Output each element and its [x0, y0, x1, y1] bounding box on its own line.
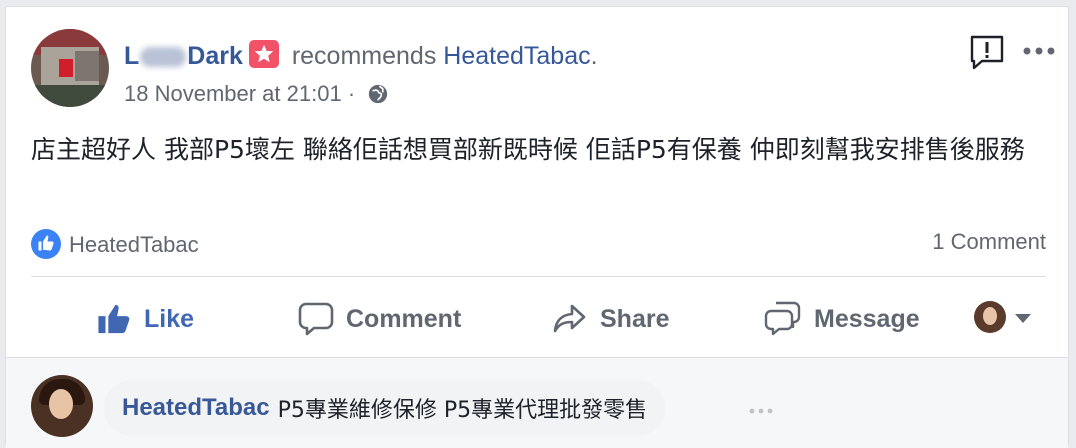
caret-down-icon[interactable] — [1014, 311, 1032, 329]
share-icon — [553, 304, 586, 333]
comment-author[interactable]: HeatedTabac — [122, 394, 270, 422]
like-reaction-icon — [31, 229, 61, 259]
viewer-avatar[interactable] — [974, 301, 1006, 333]
share-label: Share — [600, 304, 670, 333]
comment-label: Comment — [346, 304, 462, 333]
message-icon — [764, 301, 801, 336]
author-avatar[interactable] — [31, 29, 109, 107]
post-body: 店主超好人 我部P5壞左 聯絡佢話想買部新既時候 佢話P5有保養 仲即刻幫我安排… — [31, 135, 1025, 164]
comment-more-icon[interactable] — [748, 402, 774, 420]
header-period: . — [590, 42, 598, 70]
more-options-icon[interactable] — [1021, 41, 1057, 61]
message-label: Message — [814, 304, 920, 333]
page-link[interactable]: HeatedTabac — [443, 42, 590, 70]
post-header: L Dark recommends HeatedTabac. — [124, 40, 598, 71]
author-name[interactable]: L Dark — [124, 42, 243, 70]
liker-name: HeatedTabac — [69, 232, 199, 257]
blurred-name — [140, 47, 187, 68]
recommend-action-text: recommends — [291, 42, 437, 70]
comment-bubble: HeatedTabac P5專業維修保修 P5專業代理批發零售 — [104, 380, 666, 436]
comment-count[interactable]: 1 Comment — [932, 229, 1046, 255]
commenter-avatar[interactable] — [31, 375, 93, 437]
comment-text: P5專業維修保修 P5專業代理批發零售 — [277, 398, 648, 423]
report-icon[interactable] — [968, 34, 1006, 72]
like-icon — [98, 304, 130, 334]
share-button[interactable]: Share — [552, 299, 669, 339]
comments-section: HeatedTabac P5專業維修保修 P5專業代理批發零售 — [6, 357, 1068, 448]
meta-separator: · — [347, 81, 356, 106]
message-button[interactable]: Message — [764, 299, 920, 339]
divider — [31, 276, 1046, 277]
globe-icon[interactable] — [367, 83, 389, 111]
comment-icon — [298, 302, 334, 336]
post-timestamp[interactable]: 18 November at 21:01 — [124, 81, 342, 106]
action-bar: Like Comment Share Message — [6, 279, 1070, 359]
recommend-star-icon — [248, 40, 279, 68]
post-meta: 18 November at 21:01 · — [124, 81, 389, 111]
comment-button[interactable]: Comment — [298, 299, 461, 339]
like-label: Like — [144, 304, 195, 333]
like-button[interactable]: Like — [96, 299, 194, 339]
post-card: L Dark recommends HeatedTabac. 18 Novembe… — [5, 6, 1070, 448]
reaction-summary[interactable]: HeatedTabac — [31, 229, 199, 259]
